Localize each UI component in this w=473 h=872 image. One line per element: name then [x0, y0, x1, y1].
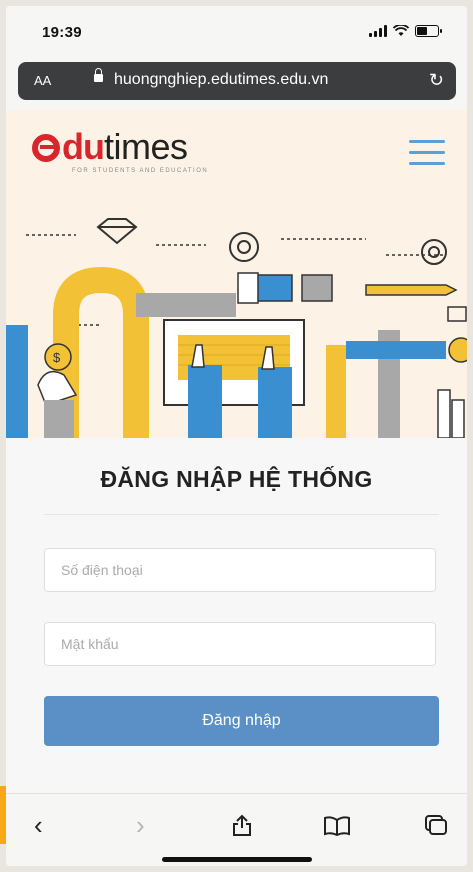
password-input[interactable] [44, 622, 436, 666]
logo-du-text: du [62, 126, 105, 167]
banner-illustration: $ [6, 195, 467, 438]
address-bar[interactable]: AA huongnghiep.edutimes.edu.vn ↻ [18, 62, 456, 100]
login-section: ĐĂNG NHẬP HỆ THỐNG Đăng nhập [6, 438, 467, 793]
status-time: 19:39 [42, 24, 82, 41]
share-icon[interactable] [232, 814, 252, 836]
diamond-icon [96, 218, 138, 245]
battery-icon [415, 25, 442, 37]
login-button[interactable]: Đăng nhập [44, 696, 439, 746]
phone-screen: 19:39 AA huongnghiep.edutimes.edu.vn ↻ d… [6, 6, 467, 866]
home-indicator[interactable] [162, 857, 312, 862]
title-divider [44, 514, 439, 515]
edutimes-logo[interactable]: du times [32, 126, 188, 167]
logo-e-mark [32, 134, 60, 162]
gear-icon [421, 239, 447, 265]
wifi-icon [393, 25, 409, 36]
site-header: du times FOR STUDENTS AND EDUCATION [6, 110, 467, 195]
login-title: ĐĂNG NHẬP HỆ THỐNG [100, 466, 373, 492]
logo-tagline: FOR STUDENTS AND EDUCATION [72, 168, 209, 174]
status-icons [369, 25, 442, 37]
status-bar: 19:39 [6, 6, 467, 54]
forward-icon[interactable]: › [136, 812, 145, 838]
logo-times-text: times [103, 126, 188, 167]
text-size-button[interactable]: AA [34, 73, 51, 88]
reload-icon[interactable]: ↻ [429, 70, 444, 91]
phone-number-input[interactable] [44, 548, 436, 592]
at-sign-icon [229, 232, 259, 262]
browser-toolbar: ‹ › [6, 793, 467, 866]
tabs-icon[interactable] [424, 814, 448, 836]
lock-icon [94, 68, 103, 82]
menu-hamburger-icon[interactable] [409, 140, 445, 173]
url-text[interactable]: huongnghiep.edutimes.edu.vn [114, 71, 328, 89]
bookmarks-icon[interactable] [324, 816, 350, 836]
back-icon[interactable]: ‹ [34, 812, 43, 838]
svg-text:$: $ [53, 350, 61, 365]
cellular-signal-icon [369, 25, 387, 37]
